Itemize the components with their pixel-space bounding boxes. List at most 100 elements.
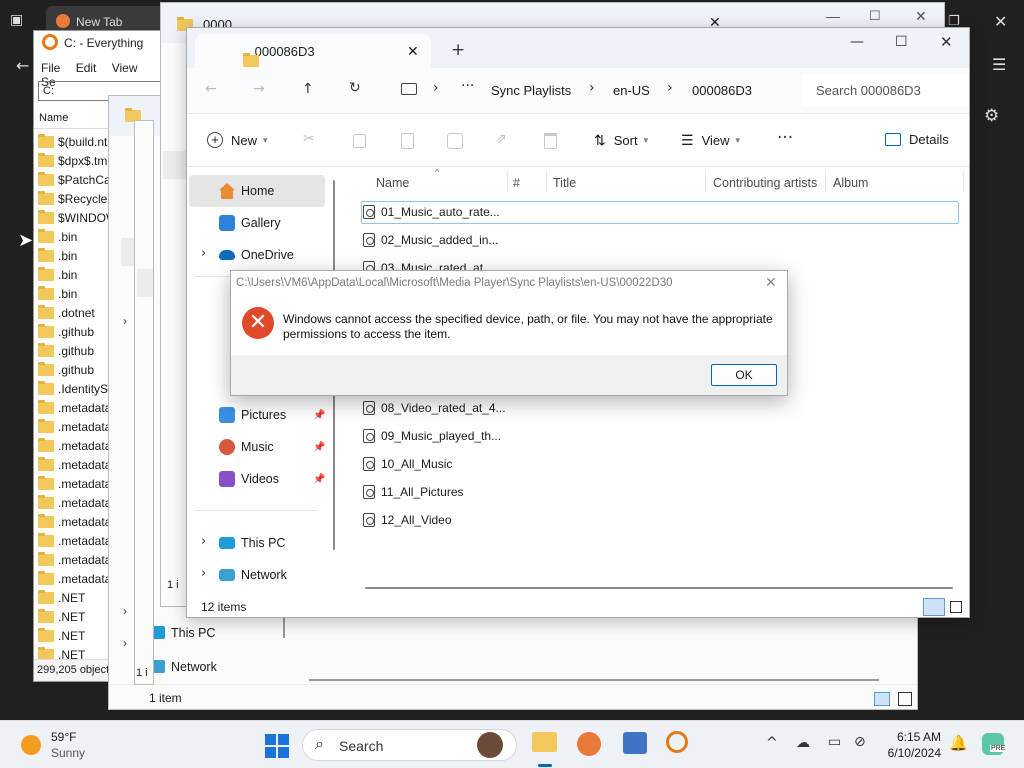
file-list-item[interactable]: .bin <box>38 284 119 303</box>
column-number[interactable]: # <box>513 176 520 190</box>
back-arrow-icon[interactable]: ← <box>16 56 29 75</box>
more-paths-icon[interactable]: ··· <box>461 78 474 94</box>
nav-network[interactable]: Network <box>149 660 217 674</box>
breadcrumb-current[interactable]: 000086D3 <box>692 83 752 98</box>
file-row[interactable]: 01_Music_auto_rate... <box>363 201 500 223</box>
file-explorer-taskbar-icon[interactable] <box>532 732 557 752</box>
column-name[interactable]: Name <box>376 176 409 190</box>
minimize-icon[interactable]: — <box>850 34 864 50</box>
network-status-icon[interactable]: ⊘ <box>854 734 866 750</box>
maximize-icon[interactable]: ☐ <box>869 8 881 24</box>
file-row[interactable]: 08_Video_rated_at_4... <box>363 397 506 419</box>
gear-icon[interactable]: ⚙ <box>984 106 999 126</box>
nav-home[interactable]: Home <box>189 175 325 207</box>
paste-icon[interactable] <box>401 133 414 149</box>
file-list-item[interactable]: .NET <box>38 607 119 626</box>
file-row[interactable]: 10_All_Music <box>363 453 452 475</box>
file-row[interactable]: 12_All_Video <box>363 509 452 531</box>
expand-chevron-icon[interactable]: › <box>123 636 127 650</box>
file-list-item[interactable]: .NET <box>38 626 119 645</box>
new-tab-plus-icon[interactable]: + <box>451 40 465 60</box>
file-row[interactable]: 11_All_Pictures <box>363 481 464 503</box>
menu-edit[interactable]: Edit <box>76 61 97 75</box>
weather-desc[interactable]: Sunny <box>51 746 85 760</box>
breadcrumb-en-us[interactable]: en-US <box>613 83 650 98</box>
nav-network[interactable]: Network <box>189 559 325 591</box>
nav-onedrive[interactable]: OneDrive <box>189 239 325 271</box>
file-list-item[interactable]: .bin <box>38 246 119 265</box>
weather-temp[interactable]: 59°F <box>51 730 76 744</box>
close-dialog-icon[interactable]: ✕ <box>765 275 777 291</box>
clock-date[interactable]: 6/10/2024 <box>880 746 941 760</box>
more-options-icon[interactable]: ··· <box>777 128 793 148</box>
file-list-item[interactable]: .metadata <box>38 474 119 493</box>
firefox-taskbar-icon[interactable] <box>577 732 601 756</box>
file-list-item[interactable]: .metadata <box>38 569 119 588</box>
chevron-up-icon[interactable]: ^ <box>766 735 778 751</box>
file-list-item[interactable]: .metadata <box>38 455 119 474</box>
file-list-item[interactable]: .metadata <box>38 436 119 455</box>
pin-icon[interactable]: 📌 <box>313 474 325 485</box>
close-window-icon[interactable]: ✕ <box>940 33 953 51</box>
file-list-item[interactable]: $dpx$.tmp <box>38 151 119 170</box>
nav-this-pc[interactable]: This PC <box>189 527 325 559</box>
explorer-tab[interactable]: 000086D3 ✕ <box>195 34 431 68</box>
chevron-right-icon[interactable]: › <box>667 80 673 96</box>
file-list-item[interactable]: .github <box>38 360 119 379</box>
file-list-item[interactable]: .metadata <box>38 531 119 550</box>
file-list-item[interactable]: .metadata <box>38 493 119 512</box>
expand-chevron-icon[interactable]: › <box>123 314 127 328</box>
file-list-item[interactable]: .metadata <box>38 417 119 436</box>
file-list-item[interactable]: .github <box>38 322 119 341</box>
new-button[interactable]: + New ▾ <box>207 132 268 148</box>
expand-chevron-icon[interactable]: › <box>123 604 127 618</box>
rename-icon[interactable] <box>447 133 463 149</box>
column-title[interactable]: Title <box>553 176 576 190</box>
file-list-item[interactable]: .NET <box>38 588 119 607</box>
sun-icon[interactable] <box>21 735 41 755</box>
sort-button[interactable]: ⇅ Sort ▾ <box>594 132 648 149</box>
nav-videos[interactable]: Videos 📌 <box>189 463 325 495</box>
start-button[interactable] <box>265 734 289 758</box>
vertical-scrollbar[interactable] <box>283 616 285 638</box>
file-list-item[interactable]: .metadata <box>38 398 119 417</box>
cut-icon[interactable]: ✂ <box>303 131 315 147</box>
tiles-view-icon[interactable] <box>950 601 962 613</box>
ok-button[interactable]: OK <box>711 364 777 386</box>
file-list-item[interactable]: $(build.nt <box>38 132 119 151</box>
file-list-item[interactable]: $Recycle.B <box>38 189 119 208</box>
file-row[interactable]: 02_Music_added_in... <box>363 229 498 251</box>
file-list-item[interactable]: .bin <box>38 265 119 284</box>
nav-music[interactable]: Music 📌 <box>189 431 325 463</box>
file-list-item[interactable]: .github <box>38 341 119 360</box>
maximize-icon[interactable]: ☐ <box>895 34 908 50</box>
taskbar-search[interactable]: ⌕ Search <box>302 729 517 761</box>
minimize-icon[interactable]: — <box>826 8 840 24</box>
column-album[interactable]: Album <box>833 176 868 190</box>
nav-pictures[interactable]: Pictures 📌 <box>189 399 325 431</box>
monitor-icon[interactable] <box>401 83 417 95</box>
details-button[interactable]: Details <box>885 132 949 147</box>
file-list-item[interactable]: .dotnet <box>38 303 119 322</box>
network-app-taskbar-icon[interactable] <box>623 732 647 754</box>
details-view-icon[interactable] <box>923 598 945 616</box>
breadcrumb-sync-playlists[interactable]: Sync Playlists <box>491 83 571 98</box>
file-list-item[interactable]: $PatchCa <box>38 170 119 189</box>
tiles-view-icon[interactable] <box>898 692 912 706</box>
notification-bell-icon[interactable]: 🔔 <box>949 734 968 752</box>
horizontal-scrollbar[interactable] <box>365 587 953 589</box>
cloud-offline-icon[interactable]: ☁ <box>796 735 810 751</box>
menu-view[interactable]: View <box>112 61 138 75</box>
pin-icon[interactable]: 📌 <box>313 410 325 421</box>
clock-time[interactable]: 6:15 AM <box>885 730 941 744</box>
copy-icon[interactable] <box>353 134 366 148</box>
details-view-icon[interactable] <box>874 692 890 706</box>
menu-icon[interactable]: ☰ <box>992 55 1006 74</box>
view-button[interactable]: ☰ View ▾ <box>681 132 740 149</box>
column-contributing-artists[interactable]: Contributing artists <box>713 176 817 190</box>
back-arrow-icon[interactable]: ← <box>205 81 217 97</box>
close-window-icon[interactable]: ✕ <box>915 8 927 25</box>
chevron-right-icon[interactable]: › <box>589 80 595 96</box>
menu-file[interactable]: File <box>41 61 60 75</box>
everything-taskbar-icon[interactable] <box>666 731 688 753</box>
